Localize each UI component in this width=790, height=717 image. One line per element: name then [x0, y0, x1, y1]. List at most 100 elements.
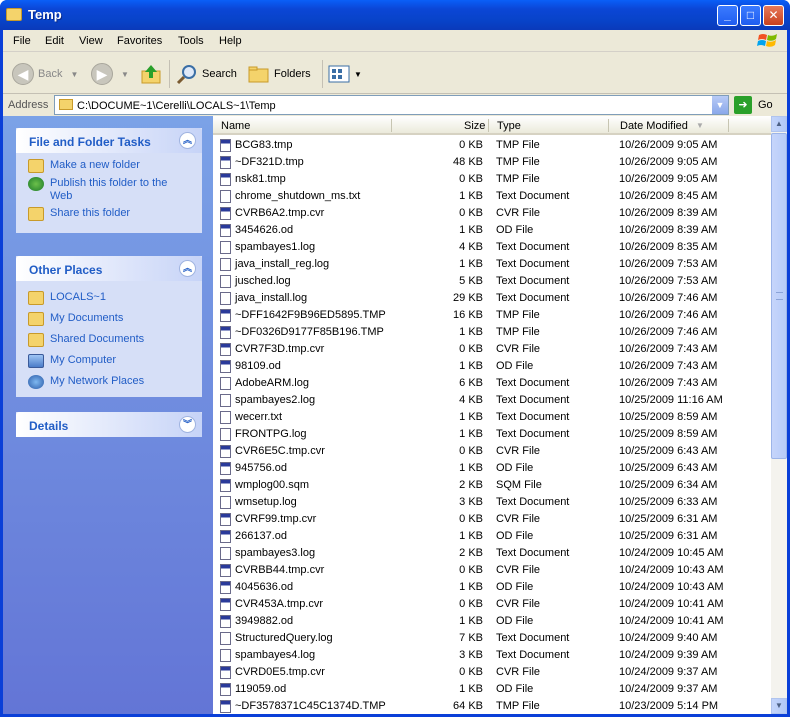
table-row[interactable]: spambayes4.log 3 KB Text Document 10/24/200… [213, 647, 771, 664]
column-date[interactable]: Date Modified [620, 120, 688, 132]
table-row[interactable]: jusched.log 5 KB Text Document 10/26/2009 7… [213, 273, 771, 290]
file-type: Text Document [496, 258, 570, 270]
column-divider[interactable] [608, 119, 609, 132]
file-type: TMP File [496, 156, 540, 168]
collapse-icon[interactable]: ︽ [179, 260, 196, 277]
column-size[interactable]: Size [464, 120, 485, 132]
table-row[interactable]: CVRF99.tmp.cvr 0 KB CVR File 10/25/2009 6:3… [213, 511, 771, 528]
column-divider[interactable] [391, 119, 392, 132]
table-row[interactable]: wecerr.txt 1 KB Text Document 10/25/2009 8:… [213, 409, 771, 426]
forward-button[interactable]: ▶ ▼ [91, 62, 129, 86]
file-name: 98109.od [235, 360, 281, 372]
file-name: 3454626.od [235, 224, 294, 236]
menu-favorites[interactable]: Favorites [117, 35, 162, 47]
up-folder-button[interactable] [140, 62, 162, 86]
publish-folder-link[interactable]: Publish this folder to the Web [28, 177, 192, 203]
file-size: 1 KB [459, 683, 483, 695]
place-shared-documents[interactable]: Shared Documents [28, 333, 192, 347]
file-type: Text Document [496, 190, 570, 202]
vertical-scrollbar[interactable]: ▲ ▼ [771, 116, 787, 714]
expand-icon[interactable]: ︾ [179, 416, 196, 433]
address-path: C:\DOCUME~1\Cerelli\LOCALS~1\Temp [77, 100, 276, 112]
table-row[interactable]: StructuredQuery.log 7 KB Text Document 10/2… [213, 630, 771, 647]
table-row[interactable]: spambayes2.log 4 KB Text Document 10/25/200… [213, 392, 771, 409]
close-button[interactable]: ✕ [763, 5, 784, 26]
column-name[interactable]: Name [221, 120, 250, 132]
table-row[interactable]: BCG83.tmp 0 KB TMP File 10/26/2009 9:05 AM [213, 137, 771, 154]
place-my-documents[interactable]: My Documents [28, 312, 192, 326]
panel-header[interactable]: Other Places ︽ [16, 256, 202, 281]
table-row[interactable]: ~DF321D.tmp 48 KB TMP File 10/26/2009 9:05 … [213, 154, 771, 171]
file-size: 0 KB [459, 564, 483, 576]
file-date: 10/25/2009 6:33 AM [619, 496, 718, 508]
table-row[interactable]: chrome_shutdown_ms.txt 1 KB Text Document 1… [213, 188, 771, 205]
folders-button[interactable]: Folders [248, 62, 311, 86]
table-row[interactable]: 4045636.od 1 KB OD File 10/24/2009 10:43 AM [213, 579, 771, 596]
table-row[interactable]: ~DF0326D9177F85B196.TMP 1 KB TMP File 10/26… [213, 324, 771, 341]
go-button[interactable]: ➜ Go [734, 96, 773, 114]
file-date: 10/25/2009 6:34 AM [619, 479, 718, 491]
file-name: java_install_reg.log [235, 258, 330, 270]
table-row[interactable]: ~DFF1642F9B96ED5895.TMP 16 KB TMP File 10/2… [213, 307, 771, 324]
table-row[interactable]: 3949882.od 1 KB OD File 10/24/2009 10:41 AM [213, 613, 771, 630]
table-row[interactable]: 98109.od 1 KB OD File 10/26/2009 7:43 AM [213, 358, 771, 375]
table-row[interactable]: CVR7F3D.tmp.cvr 0 KB CVR File 10/26/2009 7:… [213, 341, 771, 358]
place-locals[interactable]: LOCALS~1 [28, 291, 192, 305]
column-type[interactable]: Type [497, 120, 521, 132]
make-new-folder-link[interactable]: Make a new folder [28, 159, 192, 173]
table-row[interactable]: 266137.od 1 KB OD File 10/25/2009 6:31 AM [213, 528, 771, 545]
table-row[interactable]: CVRB6A2.tmp.cvr 0 KB CVR File 10/26/2009 8:… [213, 205, 771, 222]
file-size: 64 KB [453, 700, 483, 712]
table-row[interactable]: 3454626.od 1 KB OD File 10/26/2009 8:39 AM [213, 222, 771, 239]
share-folder-link[interactable]: Share this folder [28, 207, 192, 221]
minimize-button[interactable]: _ [717, 5, 738, 26]
file-type: CVR File [496, 445, 541, 457]
table-row[interactable]: spambayes1.log 4 KB Text Document 10/26/200… [213, 239, 771, 256]
table-row[interactable]: spambayes3.log 2 KB Text Document 10/24/200… [213, 545, 771, 562]
toolbar: ◀ Back ▼ ▶ ▼ Search Folders ▼ [3, 52, 787, 94]
table-row[interactable]: CVRD0E5.tmp.cvr 0 KB CVR File 10/24/2009 9:… [213, 664, 771, 681]
menu-help[interactable]: Help [219, 35, 242, 47]
table-row[interactable]: AdobeARM.log 6 KB Text Document 10/26/2009 … [213, 375, 771, 392]
table-row[interactable]: CVR453A.tmp.cvr 0 KB CVR File 10/24/2009 10… [213, 596, 771, 613]
table-row[interactable]: java_install_reg.log 1 KB Text Document 10/… [213, 256, 771, 273]
file-size: 0 KB [459, 513, 483, 525]
back-button[interactable]: ◀ Back ▼ [12, 62, 78, 86]
table-row[interactable]: java_install.log 29 KB Text Document 10/26/… [213, 290, 771, 307]
menu-edit[interactable]: Edit [45, 35, 64, 47]
place-my-computer[interactable]: My Computer [28, 354, 192, 368]
table-row[interactable]: wmplog00.sqm 2 KB SQM File 10/25/2009 6:34 … [213, 477, 771, 494]
place-my-network[interactable]: My Network Places [28, 375, 192, 389]
collapse-icon[interactable]: ︽ [179, 132, 196, 149]
table-row[interactable]: FRONTPG.log 1 KB Text Document 10/25/2009 8… [213, 426, 771, 443]
scroll-up-button[interactable]: ▲ [771, 116, 787, 132]
column-divider[interactable] [728, 119, 729, 132]
grip-icon [776, 292, 783, 300]
table-row[interactable]: CVR6E5C.tmp.cvr 0 KB CVR File 10/25/2009 6:… [213, 443, 771, 460]
table-row[interactable]: ~DF3578371C45C1374D.TMP 64 KB TMP File 10/2… [213, 698, 771, 715]
search-button[interactable]: Search [176, 62, 237, 86]
menu-file[interactable]: File [13, 35, 31, 47]
file-name: CVR7F3D.tmp.cvr [235, 343, 325, 355]
views-button[interactable]: ▼ [328, 62, 362, 86]
address-input[interactable]: C:\DOCUME~1\Cerelli\LOCALS~1\Temp ▼ [54, 95, 729, 115]
table-row[interactable]: nsk81.tmp 0 KB TMP File 10/26/2009 9:05 AM [213, 171, 771, 188]
scroll-down-button[interactable]: ▼ [771, 698, 787, 714]
text-file-icon [220, 411, 231, 424]
table-row[interactable]: wmsetup.log 3 KB Text Document 10/25/2009 6… [213, 494, 771, 511]
panel-header[interactable]: Details ︾ [16, 412, 202, 437]
table-row[interactable]: 119059.od 1 KB OD File 10/24/2009 9:37 AM [213, 681, 771, 698]
panel-header[interactable]: File and Folder Tasks ︽ [16, 128, 202, 153]
menu-tools[interactable]: Tools [178, 35, 204, 47]
maximize-button[interactable]: □ [740, 5, 761, 26]
file-icon [220, 326, 231, 339]
table-row[interactable]: CVRBB44.tmp.cvr 0 KB CVR File 10/24/2009 10… [213, 562, 771, 579]
file-date: 10/24/2009 10:43 AM [619, 581, 724, 593]
file-icon [220, 343, 231, 356]
title-bar[interactable]: Temp _ □ ✕ [0, 0, 790, 30]
address-dropdown-button[interactable]: ▼ [712, 96, 728, 114]
scroll-thumb[interactable] [771, 133, 787, 459]
column-divider[interactable] [488, 119, 489, 132]
table-row[interactable]: 945756.od 1 KB OD File 10/25/2009 6:43 AM [213, 460, 771, 477]
menu-view[interactable]: View [79, 35, 103, 47]
